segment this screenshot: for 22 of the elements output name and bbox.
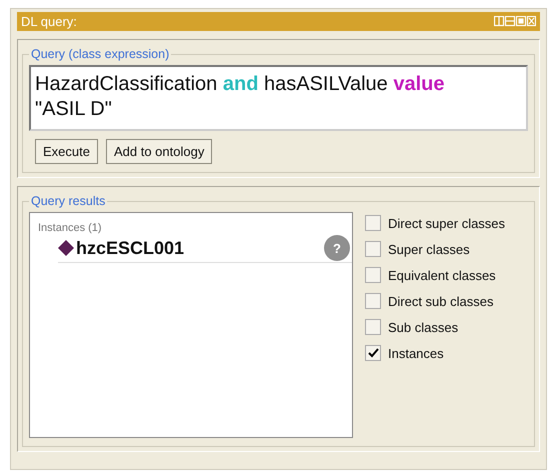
checkbox-label: Sub classes (388, 320, 458, 334)
panel-title: DL query: (21, 14, 77, 29)
checkbox[interactable] (365, 319, 381, 335)
checkbox-label: Direct sub classes (388, 294, 494, 308)
query-button[interactable]: Add to ontology (106, 139, 212, 164)
diamond-icon (58, 240, 74, 256)
section-legend: Query results (29, 194, 108, 208)
checkbox[interactable] (365, 293, 381, 309)
checkbox[interactable] (365, 267, 381, 283)
checkbox-label: Direct super classes (388, 216, 506, 230)
checkbox-label: Super classes (388, 242, 470, 256)
window-controls-icon[interactable] (494, 16, 536, 27)
checkbox-label: Instances (388, 346, 444, 360)
list-title: Instances (1) (38, 222, 103, 234)
checkbox[interactable] (365, 241, 381, 257)
checkbox[interactable] (365, 345, 381, 361)
instance-name[interactable]: hzcESCL001 (76, 238, 324, 258)
query-editor[interactable]: HazardClassification and hasASILValue value "ASIL D" (29, 65, 528, 131)
query-button[interactable]: Execute (35, 139, 98, 164)
checkbox-label: Equivalent classes (388, 268, 496, 282)
section-legend: Query (class expression) (29, 47, 172, 61)
checkbox[interactable] (365, 215, 381, 231)
